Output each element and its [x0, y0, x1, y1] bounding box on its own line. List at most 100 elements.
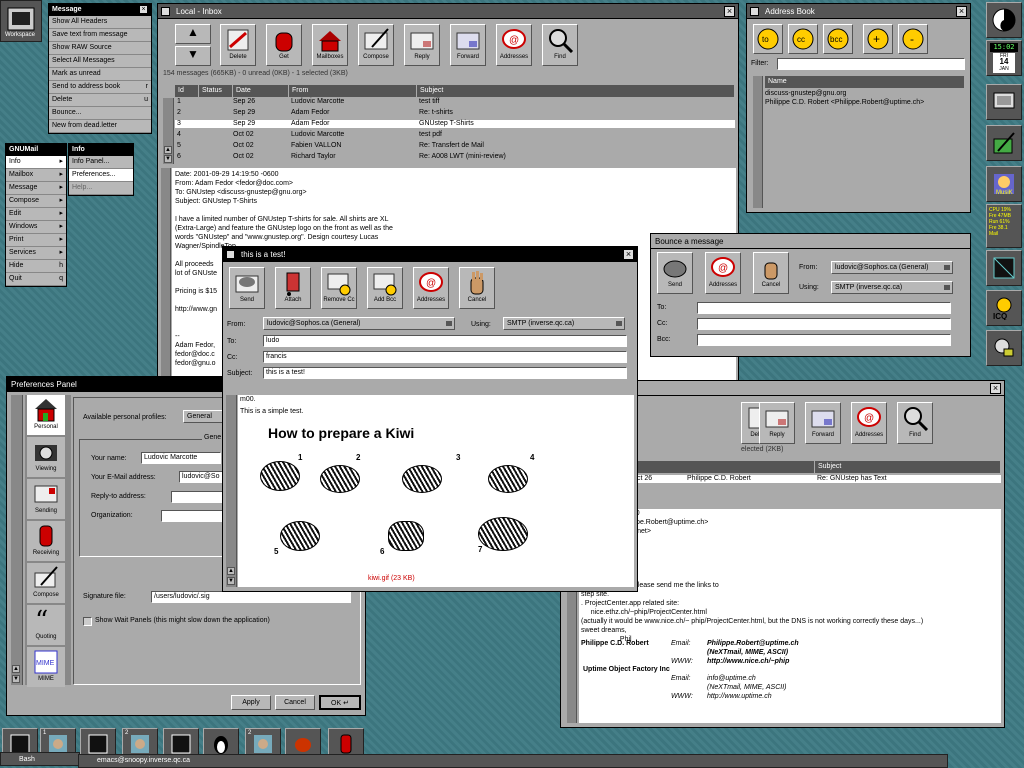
column-header-id[interactable]: Id	[175, 85, 199, 97]
prefs-section-mime[interactable]: MIME MIME	[27, 647, 65, 687]
column-header-date[interactable]: Date	[233, 85, 289, 97]
table-row[interactable]: 5 Oct 02 Fabien VALLON Re: Transfert de Mai…	[175, 142, 735, 150]
dock-music[interactable]: MusiK	[986, 166, 1022, 202]
arrow-up-icon[interactable]: ▲	[227, 567, 235, 575]
menu-item-print[interactable]: Print ▸	[6, 234, 66, 247]
column-header-subject[interactable]: Subject	[417, 85, 735, 97]
menu-item-help[interactable]: Help...	[69, 182, 133, 195]
menu-item-bounce[interactable]: Bounce...	[49, 107, 151, 120]
bounce-cc-input[interactable]	[697, 318, 951, 330]
add-bcc-button[interactable]: Add Bcc	[367, 267, 403, 309]
menu-item-select-all[interactable]: Select All Messages	[49, 55, 151, 68]
bounce-addresses-button[interactable]: @ Addresses	[705, 252, 741, 294]
find-button[interactable]: Find	[542, 24, 578, 66]
attachment-link[interactable]: kiwi.gif (23 KB)	[368, 575, 415, 582]
arrow-up-icon[interactable]: ▲	[12, 665, 20, 673]
address-bcc-button[interactable]: bcc	[823, 24, 853, 54]
address-cc-button[interactable]: cc	[788, 24, 818, 54]
menu-item-delete[interactable]: Delete u	[49, 94, 151, 107]
menu-item-send-to-address-book[interactable]: Send to address book r	[49, 81, 151, 94]
table-row[interactable]: 4 Oct 02 Ludovic Marcotte test pdf	[175, 131, 735, 139]
compose-addresses-button[interactable]: @ Addresses	[413, 267, 449, 309]
viewer-reply-button[interactable]: Reply	[759, 402, 795, 444]
prefs-section-receiving[interactable]: Receiving	[27, 521, 65, 561]
prefs-scrollbar[interactable]: ▲ ▼	[11, 395, 23, 685]
arrow-up-icon[interactable]: ▲	[164, 146, 172, 154]
compose-scrollbar[interactable]: ▲ ▼	[226, 395, 237, 587]
dock-gnumail[interactable]	[986, 125, 1022, 161]
arrow-down-icon[interactable]: ▼	[12, 675, 20, 683]
dock-gnustep-logo[interactable]	[986, 2, 1022, 38]
reply-to-input[interactable]	[171, 491, 227, 503]
get-button[interactable]: Get	[266, 24, 302, 66]
mailboxes-button[interactable]: Mailboxes	[312, 24, 348, 66]
address-entry[interactable]: Philippe C.D. Robert <Philippe.Robert@up…	[765, 99, 965, 107]
compose-using-popup[interactable]: SMTP (inverse.qc.ca)	[503, 317, 625, 330]
table-row[interactable]: 2 Sep 29 Adam Fedor Re: t-shirts	[175, 109, 735, 117]
compose-button[interactable]: Compose	[358, 24, 394, 66]
filter-input[interactable]	[777, 58, 965, 70]
menu-item-mark-unread[interactable]: Mark as unread	[49, 68, 151, 81]
menu-item-preferences[interactable]: Preferences...	[69, 169, 133, 182]
reply-button[interactable]: Reply	[404, 24, 440, 66]
table-row[interactable]: 6 Oct 02 Richard Taylor Re: A008 LWT (mini-…	[175, 153, 735, 161]
compose-cancel-button[interactable]: Cancel	[459, 267, 495, 309]
viewer-addresses-button[interactable]: @ Addresses	[851, 402, 887, 444]
dock-monitor[interactable]	[986, 84, 1022, 120]
dock-tool[interactable]	[986, 330, 1022, 366]
compose-cc-input[interactable]: francis	[263, 351, 627, 363]
close-icon[interactable]: ×	[956, 6, 967, 17]
menu-item-new-from-dead-letter[interactable]: New from dead.letter	[49, 120, 151, 133]
workspace-icon[interactable]: Workspace	[0, 0, 42, 42]
forward-button[interactable]: Forward	[450, 24, 486, 66]
scroll-down-button[interactable]: ▼	[175, 46, 211, 66]
address-scrollbar[interactable]	[753, 76, 763, 208]
menu-item-windows[interactable]: Windows ▸	[6, 221, 66, 234]
prefs-section-sending[interactable]: Sending	[27, 479, 65, 519]
bounce-from-popup[interactable]: ludovic@Sophos.ca (General)	[831, 261, 953, 274]
menu-item-mailbox[interactable]: Mailbox ▸	[6, 169, 66, 182]
prefs-section-quoting[interactable]: “Quoting	[27, 605, 65, 645]
remove-address-button[interactable]: -	[898, 24, 928, 54]
message-list-scrollbar[interactable]: ▲ ▼	[163, 98, 174, 164]
name-input[interactable]: Ludovic Marcotte	[141, 452, 221, 464]
close-icon[interactable]: ×	[623, 249, 634, 260]
menu-item-hide[interactable]: Hide h	[6, 260, 66, 273]
apply-button[interactable]: Apply	[231, 695, 271, 710]
table-row[interactable]: 3 Sep 29 Adam Fedor GNUstep T-Shirts	[175, 120, 735, 128]
viewer-forward-button[interactable]: Forward	[805, 402, 841, 444]
table-row[interactable]: ct 26 Philippe C.D. Robert Re: GNUstep has…	[635, 475, 1001, 483]
column-header-from[interactable]: From	[289, 85, 417, 97]
email-input[interactable]: ludovic@So	[179, 471, 227, 483]
address-to-button[interactable]: to	[753, 24, 783, 54]
close-icon[interactable]: ×	[990, 383, 1001, 394]
dock-cpu-monitor[interactable]: CPU 19% Fre 47MB Run 61% Fre 38.1 Mail	[986, 204, 1022, 248]
compose-titlebar[interactable]: this is a test! ×	[223, 247, 637, 262]
menu-item-show-raw[interactable]: Show RAW Source	[49, 42, 151, 55]
miniaturize-icon[interactable]	[750, 7, 759, 16]
bash-task[interactable]: Bash	[0, 752, 80, 766]
viewer-find-button[interactable]: Find	[897, 402, 933, 444]
address-book-titlebar[interactable]: Address Book ×	[747, 4, 970, 19]
arrow-down-icon[interactable]: ▼	[227, 577, 235, 585]
addresses-button[interactable]: @ Addresses	[496, 24, 532, 66]
compose-body[interactable]: m00. This is a simple test. How to prepa…	[238, 395, 634, 587]
dock-icq[interactable]: ICQ	[986, 290, 1022, 326]
menu-item-compose[interactable]: Compose ▸	[6, 195, 66, 208]
bounce-send-button[interactable]: Send	[657, 252, 693, 294]
compose-attach-button[interactable]: Attach	[275, 267, 311, 309]
bounce-cancel-button[interactable]: Cancel	[753, 252, 789, 294]
menu-item-quit[interactable]: Quit q	[6, 273, 66, 286]
wait-panels-checkbox[interactable]	[83, 617, 92, 626]
emacs-task[interactable]: emacs@snoopy.inverse.qc.ca	[78, 754, 948, 768]
message-body-scrollbar[interactable]	[161, 168, 171, 400]
prefs-section-personal[interactable]: Personal	[27, 395, 65, 435]
compose-from-popup[interactable]: ludovic@Sophos.ca (General)	[263, 317, 455, 330]
compose-to-input[interactable]: ludo	[263, 335, 627, 347]
table-row[interactable]: 1 Sep 26 Ludovic Marcotte test tiff	[175, 98, 735, 106]
dock-clock[interactable]: 15:02 FRI 14 JAN	[986, 40, 1022, 76]
remove-cc-button[interactable]: Remove Cc	[321, 267, 357, 309]
compose-subject-input[interactable]: this is a test!	[263, 367, 627, 379]
bounce-bcc-input[interactable]	[697, 334, 951, 346]
add-address-button[interactable]: +	[863, 24, 893, 54]
